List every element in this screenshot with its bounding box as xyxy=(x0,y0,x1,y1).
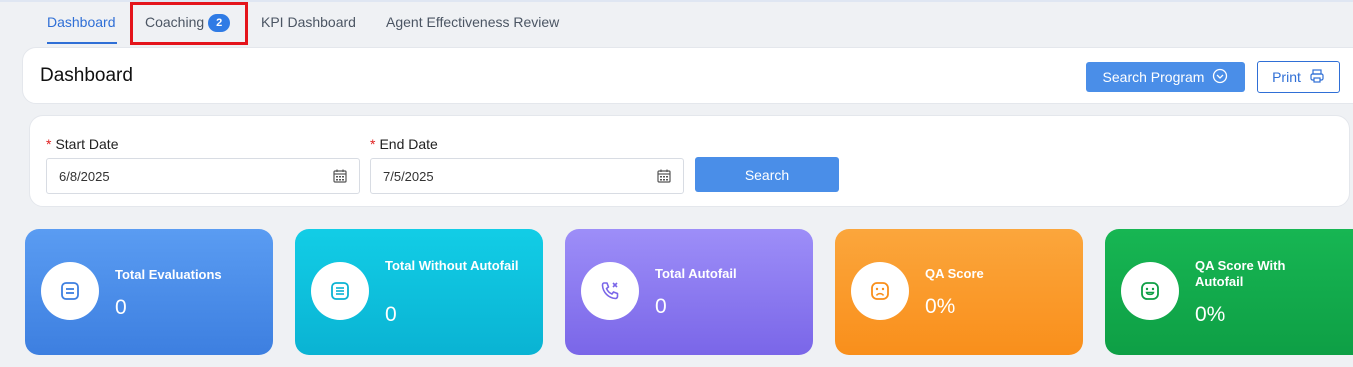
stat-card-total-autofail: Total Autofail 0 xyxy=(565,229,813,355)
stat-label: Total Evaluations xyxy=(115,267,222,282)
happy-face-icon xyxy=(1121,262,1179,320)
stat-label: Total Autofail xyxy=(655,266,737,281)
tab-kpi-dashboard[interactable]: KPI Dashboard xyxy=(261,14,356,30)
calendar-icon[interactable] xyxy=(333,169,347,186)
stat-value: 0% xyxy=(925,295,956,318)
tab-agent-effectiveness-review[interactable]: Agent Effectiveness Review xyxy=(386,14,559,30)
end-date-label: * End Date xyxy=(370,136,438,152)
start-date-label: * Start Date xyxy=(46,136,118,152)
chevron-down-circle-icon xyxy=(1212,68,1228,87)
required-marker: * xyxy=(370,136,376,152)
end-date-label-text: End Date xyxy=(379,136,438,152)
search-program-label: Search Program xyxy=(1102,69,1205,85)
active-tab-indicator xyxy=(47,42,117,44)
start-date-label-text: Start Date xyxy=(55,136,119,152)
print-label: Print xyxy=(1272,69,1301,85)
stat-card-qa-score: QA Score 0% xyxy=(835,229,1083,355)
stat-card-total-evaluations: Total Evaluations 0 xyxy=(25,229,273,355)
stat-label: QA Score With Autofail xyxy=(1195,258,1286,289)
stat-card-total-without-autofail: Total Without Autofail 0 xyxy=(295,229,543,355)
tab-coaching[interactable]: Coaching 2 xyxy=(145,14,231,32)
phone-missed-icon xyxy=(581,262,639,320)
tab-bar: Dashboard Coaching 2 KPI Dashboard Agent … xyxy=(0,2,1353,42)
date-filter-card: * Start Date 6/8/2025 * End Date 7/5/2025 … xyxy=(29,115,1350,207)
search-button[interactable]: Search xyxy=(695,157,839,192)
stat-value: 0% xyxy=(1195,303,1226,326)
stat-value: 0 xyxy=(115,296,127,319)
stat-card-qa-score-with-autofail: QA Score With Autofail 0% xyxy=(1105,229,1353,355)
calendar-icon[interactable] xyxy=(657,169,671,186)
stat-value: 0 xyxy=(655,295,667,318)
printer-icon xyxy=(1309,68,1325,87)
print-button[interactable]: Print xyxy=(1257,61,1340,93)
end-date-value: 7/5/2025 xyxy=(383,168,434,184)
tab-coaching-label: Coaching xyxy=(145,14,205,30)
stat-label: QA Score xyxy=(925,266,984,281)
coaching-count-badge: 2 xyxy=(208,14,231,32)
stat-value: 0 xyxy=(385,303,397,326)
tab-dashboard[interactable]: Dashboard xyxy=(47,14,116,30)
required-marker: * xyxy=(46,136,52,152)
list-icon xyxy=(41,262,99,320)
start-date-value: 6/8/2025 xyxy=(59,168,110,184)
start-date-input[interactable]: 6/8/2025 xyxy=(46,158,360,194)
header-card: Dashboard Search Program Print xyxy=(22,47,1353,104)
search-program-button[interactable]: Search Program xyxy=(1086,62,1245,92)
end-date-input[interactable]: 7/5/2025 xyxy=(370,158,684,194)
list-icon xyxy=(311,262,369,320)
sad-face-icon xyxy=(851,262,909,320)
page-title: Dashboard xyxy=(40,65,133,86)
stat-label: Total Without Autofail xyxy=(385,258,519,273)
